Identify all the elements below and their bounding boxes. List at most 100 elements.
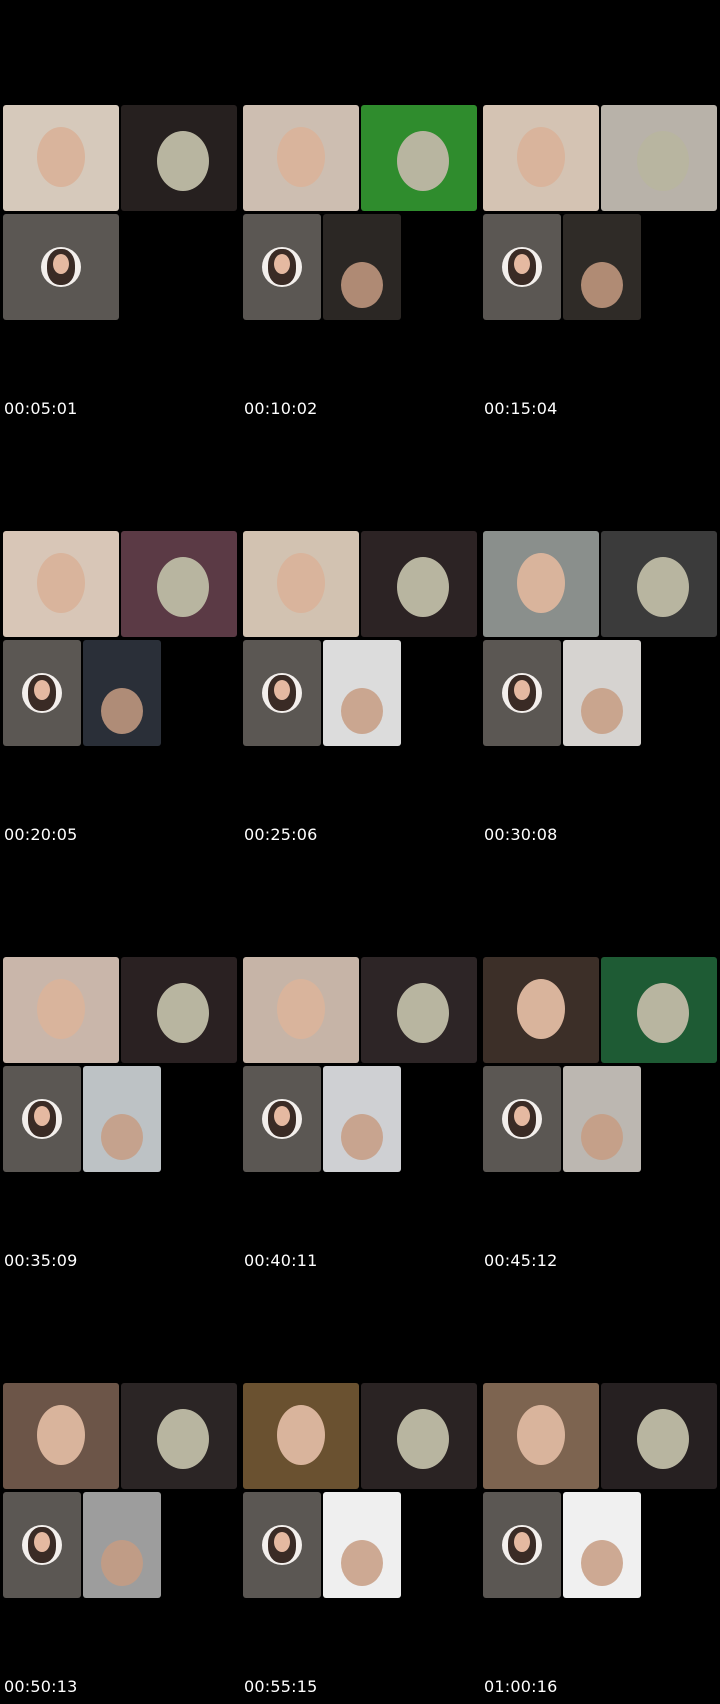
profile-avatar <box>22 1099 62 1139</box>
thumbnail-cell[interactable]: 00:35:09 <box>0 852 240 1278</box>
face-shape <box>517 127 565 187</box>
video-tile-third <box>563 640 641 746</box>
avatar-face <box>514 254 530 274</box>
video-tile-guest <box>361 957 477 1063</box>
video-tile-guest <box>361 531 477 637</box>
video-tile-guest <box>361 1383 477 1489</box>
timestamp-label: 00:55:15 <box>244 1677 318 1696</box>
face-shape <box>397 983 449 1043</box>
thumbnail-cell[interactable]: 00:05:01 <box>0 0 240 426</box>
thumbnail-cell[interactable]: 00:30:08 <box>480 426 720 852</box>
avatar-face <box>274 254 290 274</box>
timestamp-label: 00:45:12 <box>484 1251 558 1270</box>
face-shape <box>37 979 85 1039</box>
face-shape <box>37 1405 85 1465</box>
profile-avatar <box>502 673 542 713</box>
avatar-tile <box>3 1066 81 1172</box>
video-tile-third <box>83 1066 161 1172</box>
video-tile-host <box>483 957 599 1063</box>
face-shape <box>157 557 209 617</box>
avatar-tile <box>3 214 119 320</box>
avatar-face <box>53 254 69 274</box>
video-tile-host <box>483 531 599 637</box>
avatar-face <box>274 1532 290 1552</box>
face-shape <box>157 1409 209 1469</box>
thumbnail-cell[interactable]: 00:10:02 <box>240 0 480 426</box>
timestamp-label: 00:10:02 <box>244 399 318 418</box>
face-shape <box>341 1114 383 1160</box>
face-shape <box>101 1540 143 1586</box>
timestamp-label: 00:40:11 <box>244 1251 318 1270</box>
face-shape <box>277 553 325 613</box>
profile-avatar <box>262 1099 302 1139</box>
face-shape <box>341 688 383 734</box>
profile-avatar <box>502 1099 542 1139</box>
video-tile-host <box>243 105 359 211</box>
profile-avatar <box>502 1525 542 1565</box>
avatar-tile <box>483 1492 561 1598</box>
avatar-face <box>514 1532 530 1552</box>
profile-avatar <box>262 247 302 287</box>
profile-avatar <box>22 1525 62 1565</box>
face-shape <box>341 262 383 308</box>
video-tile-guest <box>601 1383 717 1489</box>
video-tile-third <box>323 1492 401 1598</box>
video-tile-host <box>3 531 119 637</box>
thumbnail-cell[interactable]: 00:25:06 <box>240 426 480 852</box>
profile-avatar <box>502 247 542 287</box>
face-shape <box>637 983 689 1043</box>
face-shape <box>277 1405 325 1465</box>
video-tile-guest <box>121 105 237 211</box>
video-tile-guest <box>121 1383 237 1489</box>
face-shape <box>581 1540 623 1586</box>
face-shape <box>397 131 449 191</box>
face-shape <box>277 979 325 1039</box>
avatar-tile <box>243 1492 321 1598</box>
thumbnail-cell[interactable]: 00:50:13 <box>0 1278 240 1704</box>
timestamp-label: 00:05:01 <box>4 399 78 418</box>
timestamp-label: 00:20:05 <box>4 825 78 844</box>
thumbnail-cell[interactable]: 01:00:16 <box>480 1278 720 1704</box>
video-tile-guest <box>121 957 237 1063</box>
video-tile-guest <box>601 531 717 637</box>
face-shape <box>397 1409 449 1469</box>
thumbnail-cell[interactable]: 00:20:05 <box>0 426 240 852</box>
face-shape <box>101 1114 143 1160</box>
profile-avatar <box>22 673 62 713</box>
timestamp-label: 00:30:08 <box>484 825 558 844</box>
avatar-tile <box>483 640 561 746</box>
avatar-face <box>34 1106 50 1126</box>
thumbnail-cell[interactable]: 00:55:15 <box>240 1278 480 1704</box>
avatar-tile <box>3 640 81 746</box>
video-tile-third <box>563 1066 641 1172</box>
video-tile-third <box>83 640 161 746</box>
face-shape <box>517 979 565 1039</box>
thumbnail-cell[interactable]: 00:45:12 <box>480 852 720 1278</box>
video-tile-host <box>483 1383 599 1489</box>
face-shape <box>157 131 209 191</box>
face-shape <box>37 127 85 187</box>
face-shape <box>37 553 85 613</box>
video-tile-host <box>3 957 119 1063</box>
thumbnail-cell[interactable]: 00:15:04 <box>480 0 720 426</box>
avatar-tile <box>243 214 321 320</box>
face-shape <box>637 131 689 191</box>
thumbnail-cell[interactable]: 00:40:11 <box>240 852 480 1278</box>
timestamp-label: 00:25:06 <box>244 825 318 844</box>
avatar-tile <box>483 1066 561 1172</box>
video-tile-host <box>483 105 599 211</box>
profile-avatar <box>41 247 81 287</box>
avatar-tile <box>483 214 561 320</box>
face-shape <box>581 688 623 734</box>
video-tile-host <box>243 1383 359 1489</box>
video-tile-host <box>3 105 119 211</box>
face-shape <box>341 1540 383 1586</box>
face-shape <box>157 983 209 1043</box>
video-tile-host <box>243 531 359 637</box>
video-tile-third <box>323 214 401 320</box>
video-tile-host <box>243 957 359 1063</box>
avatar-face <box>514 1106 530 1126</box>
face-shape <box>277 127 325 187</box>
timestamp-label: 00:35:09 <box>4 1251 78 1270</box>
video-tile-third <box>323 640 401 746</box>
